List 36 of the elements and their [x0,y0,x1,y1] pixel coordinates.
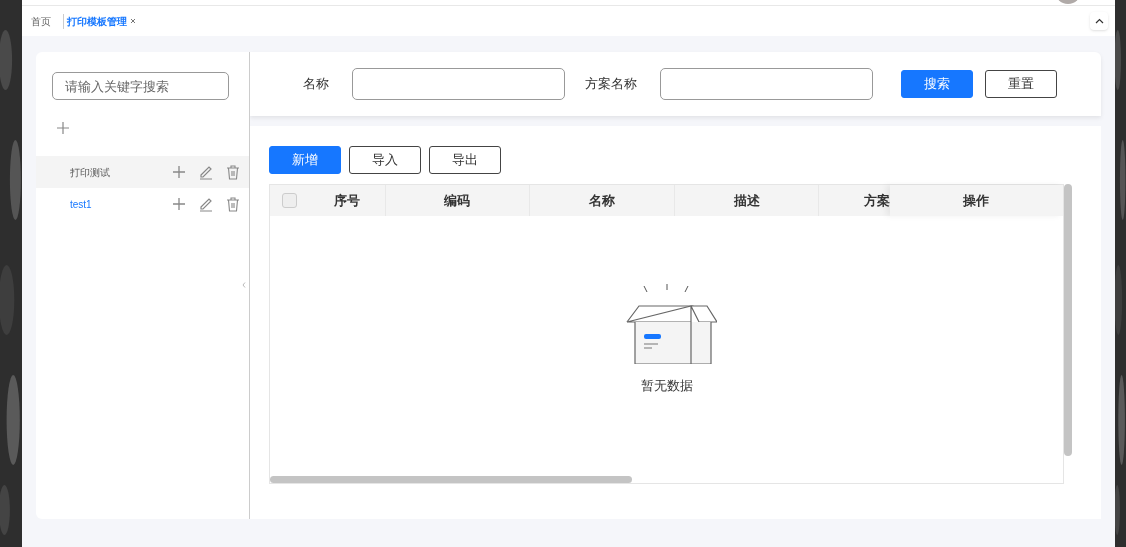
primary-button[interactable]: 搜索 [901,70,973,98]
vertical-scrollbar[interactable] [1064,184,1072,456]
text-field[interactable] [352,68,565,100]
chevron-left-icon[interactable] [242,282,246,288]
pencil-icon[interactable] [198,196,214,212]
trash-icon[interactable] [226,164,240,180]
default-button[interactable]: 重置 [985,70,1057,98]
default-button[interactable]: 导入 [349,146,421,174]
field-label: 方案名称 [585,75,637,94]
select-all-checkbox[interactable] [281,193,297,208]
primary-button[interactable]: 新增 [269,146,341,174]
pencil-icon[interactable] [198,164,214,180]
column-header: 描述 [733,191,760,210]
column-header: 序号 [333,191,360,210]
add-icon[interactable] [172,197,186,211]
field-label: 名称 [303,75,329,94]
tab[interactable]: 首页 [29,13,53,29]
text-field[interactable] [660,68,873,100]
search-field[interactable]: 请输入关键字搜索 [52,72,229,100]
default-button[interactable]: 导出 [429,146,501,174]
column-header: 操作 [963,191,990,210]
trash-icon[interactable] [226,196,240,212]
tree-item[interactable]: 打印测试 [36,156,249,188]
tab[interactable]: 打印模板管理 [63,13,138,29]
close-icon[interactable] [130,18,136,24]
empty-text: 暂无数据 [640,376,693,395]
column-header: 方案 [863,191,890,210]
collapse-button[interactable] [1090,12,1108,30]
tree-item-label: test1 [70,197,93,212]
column-header: 名称 [588,191,615,210]
column-header: 编码 [444,191,471,210]
horizontal-scrollbar[interactable] [270,476,632,483]
tree-item-label: 打印测试 [70,165,111,180]
add-icon[interactable] [172,165,186,179]
add-icon[interactable] [57,122,69,134]
caret-icon [1094,18,1104,24]
